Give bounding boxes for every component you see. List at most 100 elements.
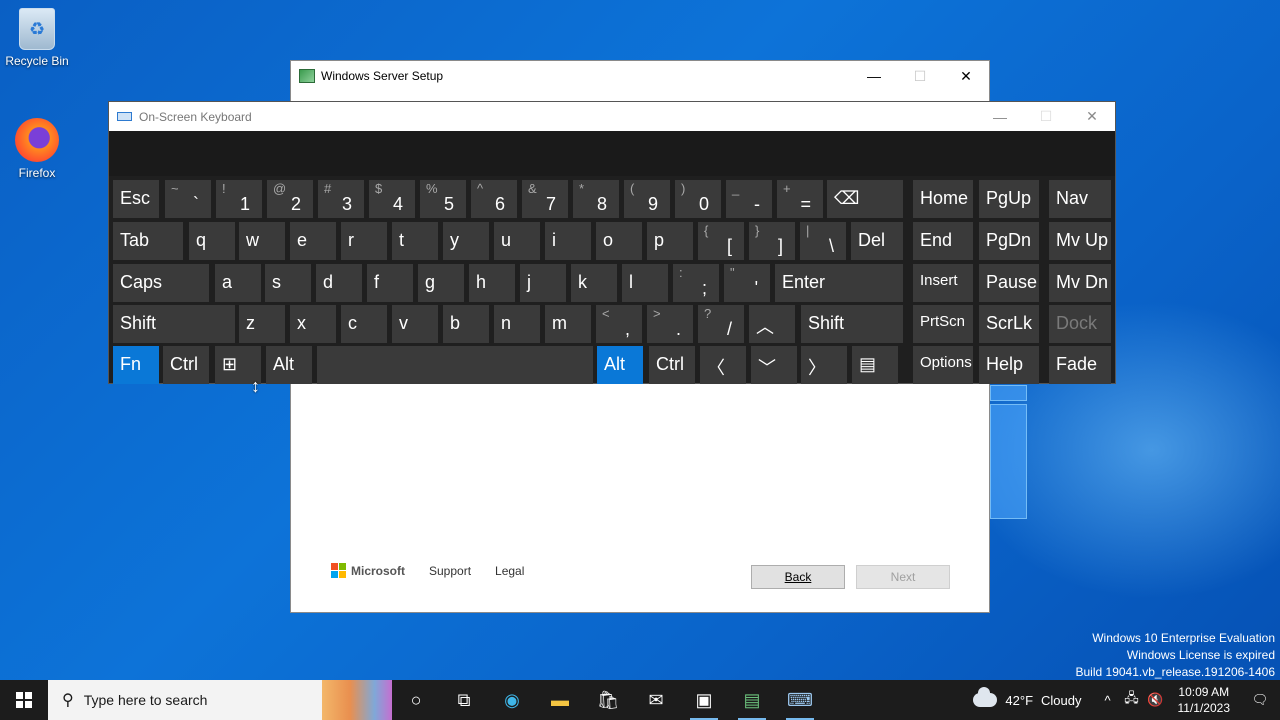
osk-key-q[interactable]: q xyxy=(189,222,235,260)
osk-key-symbol[interactable]: <, xyxy=(596,305,642,343)
osk-key-0[interactable]: ) 0 xyxy=(675,180,721,218)
store-icon[interactable]: 🛍 xyxy=(584,680,632,720)
osk-key-r[interactable]: r xyxy=(341,222,387,260)
osk-key-c[interactable]: c xyxy=(341,305,387,343)
osk-key-9[interactable]: (9 xyxy=(624,180,670,218)
close-button[interactable]: ✕ xyxy=(943,61,989,91)
osk-key-k[interactable]: k xyxy=(571,264,617,302)
osk-key-t[interactable]: t xyxy=(392,222,438,260)
osk-key-symbol[interactable]: | \ xyxy=(800,222,846,260)
osk-key-symbol[interactable]: 〈 xyxy=(700,346,746,384)
osk-key-enter[interactable]: Enter xyxy=(775,264,903,302)
osk-key-8[interactable]: * 8 xyxy=(573,180,619,218)
osk-key-alt[interactable]: Alt xyxy=(266,346,312,384)
terminal-icon[interactable]: ▣ xyxy=(680,680,728,720)
osk-key-4[interactable]: $4 xyxy=(369,180,415,218)
osk-key-e[interactable]: e xyxy=(290,222,336,260)
file-explorer-icon[interactable]: ▬ xyxy=(536,680,584,720)
osk-key-mvdn[interactable]: Mv Dn xyxy=(1049,264,1111,302)
osk-key-symbol[interactable]: + = xyxy=(777,180,823,218)
osk-key-3[interactable]: #3 xyxy=(318,180,364,218)
osk-key-del[interactable]: Del xyxy=(851,222,903,260)
osk-key-i[interactable]: i xyxy=(545,222,591,260)
back-button[interactable]: Back xyxy=(751,565,845,589)
osk-key-pause[interactable]: Pause xyxy=(979,264,1039,302)
minimize-button[interactable]: — xyxy=(851,61,897,91)
osk-key-v[interactable]: v xyxy=(392,305,438,343)
osk-key-symbol[interactable]: ⌫ xyxy=(827,180,903,218)
desktop-icon-recycle-bin[interactable]: Recycle Bin xyxy=(0,8,74,68)
osk-key-x[interactable]: x xyxy=(290,305,336,343)
osk-titlebar[interactable]: On-Screen Keyboard — ☐ ✕ xyxy=(109,102,1115,131)
volume-muted-icon[interactable]: 🔇 xyxy=(1144,692,1168,708)
osk-key-caps[interactable]: Caps xyxy=(113,264,209,302)
clock[interactable]: 10:09 AM 11/1/2023 xyxy=(1178,684,1231,716)
osk-key-mvup[interactable]: Mv Up xyxy=(1049,222,1111,260)
osk-key-d[interactable]: d xyxy=(316,264,362,302)
osk-key-5[interactable]: % 5 xyxy=(420,180,466,218)
osk-key-esc[interactable]: Esc xyxy=(113,180,159,218)
osk-key-scrlk[interactable]: ScrLk xyxy=(979,305,1039,343)
osk-key-shift[interactable]: Shift xyxy=(113,305,235,343)
osk-key-6[interactable]: ^ 6 xyxy=(471,180,517,218)
osk-key-symbol[interactable]: ? / xyxy=(698,305,744,343)
chevron-up-icon[interactable]: ^ xyxy=(1096,693,1120,708)
osk-key-symbol[interactable]: ~ ` xyxy=(165,180,211,218)
osk-key-z[interactable]: z xyxy=(239,305,285,343)
notification-icon[interactable]: 🗨 xyxy=(1240,692,1280,708)
osk-key-symbol[interactable]: " ' xyxy=(724,264,770,302)
osk-key-symbol[interactable]: >. xyxy=(647,305,693,343)
task-view-icon[interactable]: ⧉ xyxy=(440,680,488,720)
support-link[interactable]: Support xyxy=(429,564,471,578)
weather-widget[interactable]: 42°F Cloudy xyxy=(973,687,1082,708)
osk-key-p[interactable]: p xyxy=(647,222,693,260)
osk-key-1[interactable]: ! 1 xyxy=(216,180,262,218)
osk-key-symbol[interactable]: _ - xyxy=(726,180,772,218)
osk-key-n[interactable]: n xyxy=(494,305,540,343)
osk-key-fn[interactable]: Fn xyxy=(113,346,159,384)
osk-close-button[interactable]: ✕ xyxy=(1069,102,1115,131)
osk-key-home[interactable]: Home xyxy=(913,180,973,218)
osk-key-end[interactable]: End xyxy=(913,222,973,260)
osk-key-symbol[interactable]: {[ xyxy=(698,222,744,260)
osk-key-symbol[interactable]: 〉 xyxy=(801,346,847,384)
osk-key-g[interactable]: g xyxy=(418,264,464,302)
osk-key-help[interactable]: Help xyxy=(979,346,1039,384)
mail-icon[interactable]: ✉ xyxy=(632,680,680,720)
setup-titlebar[interactable]: Windows Server Setup — ☐ ✕ xyxy=(291,61,989,91)
osk-key-o[interactable]: o xyxy=(596,222,642,260)
setup-taskbar-icon[interactable]: ▤ xyxy=(728,680,776,720)
osk-key-f[interactable]: f xyxy=(367,264,413,302)
osk-key-pgdn[interactable]: PgDn xyxy=(979,222,1039,260)
taskbar-search-box[interactable]: ⚲ Type here to search xyxy=(48,680,392,720)
osk-taskbar-icon[interactable]: ⌨ xyxy=(776,680,824,720)
osk-key-alt[interactable]: Alt xyxy=(597,346,643,384)
osk-key-symbol[interactable]: ﹀ xyxy=(751,346,797,384)
osk-key-w[interactable]: w xyxy=(239,222,285,260)
osk-key-space[interactable] xyxy=(317,346,593,384)
osk-key-2[interactable]: @2 xyxy=(267,180,313,218)
osk-key-s[interactable]: s xyxy=(265,264,311,302)
osk-key-shift[interactable]: Shift xyxy=(801,305,903,343)
osk-key-j[interactable]: j xyxy=(520,264,566,302)
osk-key-prtscn[interactable]: PrtScn xyxy=(913,305,973,343)
osk-key-u[interactable]: u xyxy=(494,222,540,260)
osk-key-fade[interactable]: Fade xyxy=(1049,346,1111,384)
osk-key-symbol[interactable]: ▤ xyxy=(852,346,898,384)
osk-key-h[interactable]: h xyxy=(469,264,515,302)
network-icon[interactable]: 🖧 xyxy=(1120,689,1144,711)
osk-key-ctrl[interactable]: Ctrl xyxy=(163,346,209,384)
osk-key-insert[interactable]: Insert xyxy=(913,264,973,302)
osk-key-tab[interactable]: Tab xyxy=(113,222,183,260)
osk-key-l[interactable]: l xyxy=(622,264,668,302)
osk-key-7[interactable]: & 7 xyxy=(522,180,568,218)
edge-icon[interactable]: ◉ xyxy=(488,680,536,720)
osk-key-a[interactable]: a xyxy=(215,264,261,302)
osk-key-m[interactable]: m xyxy=(545,305,591,343)
osk-minimize-button[interactable]: — xyxy=(977,102,1023,131)
cortana-icon[interactable]: ○ xyxy=(392,680,440,720)
osk-key-symbol[interactable]: :; xyxy=(673,264,719,302)
osk-key-symbol[interactable]: ︿ xyxy=(749,305,795,343)
osk-key-symbol[interactable]: }] xyxy=(749,222,795,260)
osk-key-ctrl[interactable]: Ctrl xyxy=(649,346,695,384)
